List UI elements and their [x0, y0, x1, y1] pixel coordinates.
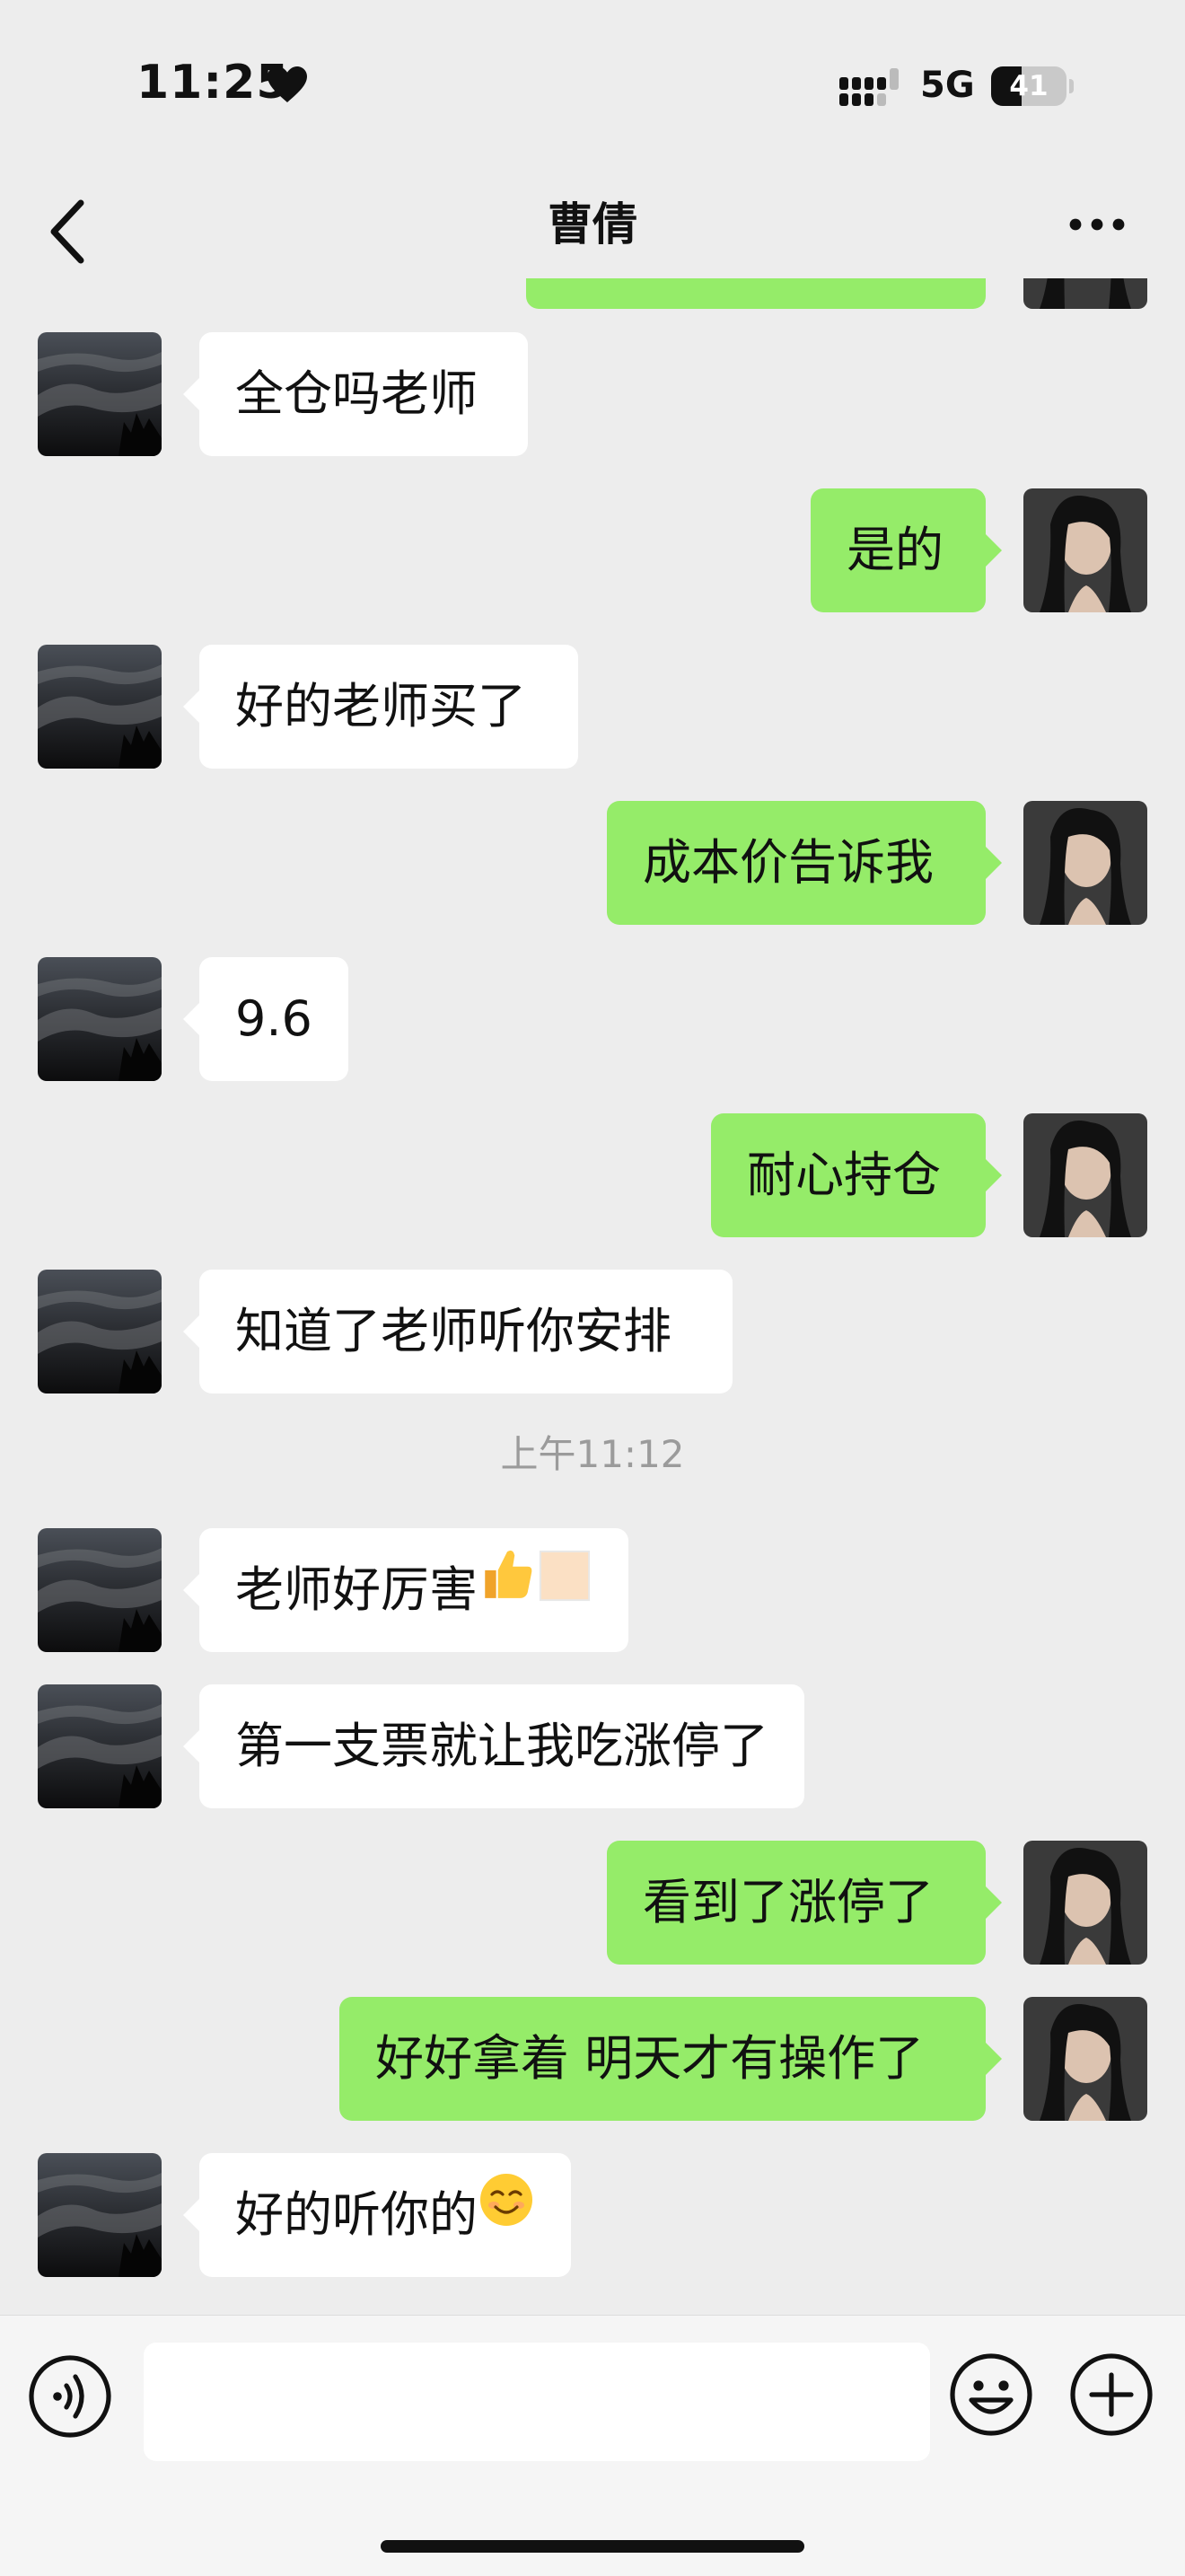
profile-photo — [1023, 488, 1147, 612]
contact-avatar[interactable] — [38, 1270, 162, 1394]
watermark: @苏州陈婉婉 — [474, 1271, 657, 1307]
outgoing-message-bubble[interactable]: 成本价告诉我 — [607, 801, 1002, 925]
profile-photo — [1023, 278, 1147, 309]
profile-photo — [1023, 1997, 1147, 2121]
message-row: 耐心持仓 — [0, 1113, 1185, 1239]
message-text: 全仓吗老师 — [235, 365, 478, 422]
skin-tone-square-icon — [537, 1525, 592, 1649]
signal-icon — [839, 68, 899, 106]
battery-icon: 41 — [991, 66, 1074, 106]
message-text: 耐心持仓 — [747, 1147, 941, 1203]
partial-message-bubble — [526, 278, 986, 309]
message-row: 看到了涨停了 — [0, 1841, 1185, 1966]
my-avatar[interactable] — [1023, 801, 1147, 925]
message-row: 全仓吗老师 — [0, 332, 1185, 458]
outgoing-message-bubble[interactable]: 看到了涨停了 — [607, 1841, 1002, 1965]
contact-avatar[interactable] — [38, 1528, 162, 1652]
profile-photo — [38, 1684, 162, 1808]
profile-photo — [1023, 1841, 1147, 1965]
message-row: 好好拿着 明天才有操作了 — [0, 1997, 1185, 2123]
contact-avatar[interactable] — [38, 332, 162, 456]
profile-photo — [38, 332, 162, 456]
message-text: 好的听你的 — [235, 2186, 478, 2243]
message-text: 好好拿着 明天才有操作了 — [375, 2030, 925, 2087]
thumbs-up-icon — [478, 1525, 537, 1649]
my-avatar[interactable] — [1023, 1841, 1147, 1965]
incoming-message-bubble[interactable]: 全仓吗老师 — [183, 332, 528, 456]
profile-photo — [1023, 801, 1147, 925]
message-row: 是的 — [0, 488, 1185, 614]
my-avatar[interactable] — [1023, 1997, 1147, 2121]
message-row: 老师好厉害 — [0, 1528, 1185, 1654]
incoming-message-bubble[interactable]: 第一支票就让我吃涨停了 — [183, 1684, 804, 1808]
network-type: 5G — [920, 65, 975, 106]
message-row: 第一支票就让我吃涨停了 — [0, 1684, 1185, 1810]
smiling-face-icon — [478, 2150, 535, 2274]
message-text: 是的 — [847, 522, 944, 578]
voice-input-icon[interactable] — [27, 2353, 113, 2440]
message-text: 看到了涨停了 — [643, 1874, 934, 1930]
battery-level: 41 — [1009, 70, 1049, 102]
profile-photo — [38, 1270, 162, 1394]
profile-photo — [38, 645, 162, 769]
contact-avatar[interactable] — [38, 1684, 162, 1808]
contact-avatar[interactable] — [38, 2153, 162, 2277]
timestamp: 上午11:12 — [500, 1432, 685, 1476]
status-bar: 11:25 5G 41 — [0, 0, 1185, 171]
more-options-icon[interactable] — [1066, 207, 1128, 242]
message-list[interactable]: 全仓吗老师是的好的老师买了成本价告诉我 9.6 耐心持仓知道了老师听你安排 老师好厉害… — [0, 278, 1185, 2315]
plus-icon[interactable] — [1068, 2352, 1154, 2438]
incoming-message-bubble[interactable]: 9.6 — [183, 957, 348, 1081]
message-text: 第一支票就让我吃涨停了 — [235, 1718, 768, 1774]
message-text: 老师好厉害 — [235, 1561, 478, 1618]
my-avatar[interactable] — [1023, 488, 1147, 612]
outgoing-message-bubble[interactable]: 好好拿着 明天才有操作了 — [339, 1997, 1002, 2121]
profile-photo — [38, 2153, 162, 2277]
heart-icon — [268, 66, 307, 102]
outgoing-message-bubble[interactable]: 是的 — [811, 488, 1002, 612]
message-text: 好的老师买了 — [235, 678, 526, 734]
message-text: 9.6 — [235, 990, 312, 1047]
contact-avatar[interactable] — [38, 957, 162, 1081]
incoming-message-bubble[interactable]: 老师好厉害 — [183, 1525, 628, 1652]
message-input[interactable] — [144, 2343, 930, 2461]
chat-title: 曹倩 — [548, 198, 637, 251]
message-row: 好的听你的 — [0, 2153, 1185, 2279]
incoming-message-bubble[interactable]: 好的老师买了 — [183, 645, 578, 769]
avatar[interactable] — [1023, 278, 1147, 309]
my-avatar[interactable] — [1023, 1113, 1147, 1237]
input-bar — [0, 2315, 1185, 2576]
profile-photo — [1023, 1113, 1147, 1237]
message-row: 好的老师买了 — [0, 645, 1185, 770]
chat-header: 曹倩 — [0, 171, 1185, 296]
profile-photo — [38, 1528, 162, 1652]
outgoing-message-bubble[interactable]: 耐心持仓 — [711, 1113, 1002, 1237]
incoming-message-bubble[interactable]: 好的听你的 — [183, 2150, 571, 2277]
message-row: 成本价告诉我 — [0, 801, 1185, 927]
contact-avatar[interactable] — [38, 645, 162, 769]
emoji-icon[interactable] — [948, 2352, 1034, 2438]
message-text: 知道了老师听你安排 — [235, 1303, 672, 1359]
home-indicator[interactable] — [381, 2540, 804, 2553]
message-text: 成本价告诉我 — [643, 834, 934, 891]
profile-photo — [38, 957, 162, 1081]
message-row: 9.6 — [0, 957, 1185, 1083]
